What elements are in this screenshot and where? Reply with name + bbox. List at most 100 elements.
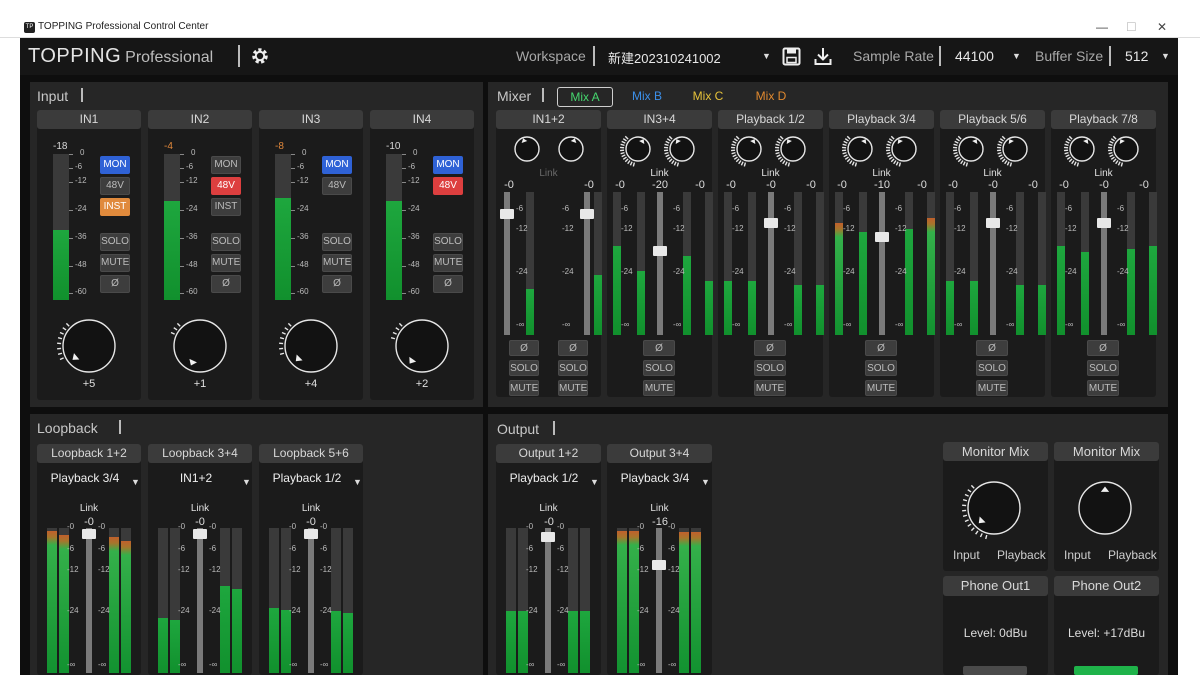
solo-button[interactable]: SOLO [643,360,675,376]
phase-button[interactable]: Ø [754,340,786,356]
workspace-select[interactable]: 新建202310241002 [608,48,721,67]
chevron-down-icon[interactable]: ▼ [353,477,362,487]
solo-button[interactable]: SOLO [558,360,588,376]
monitor-mix-knob[interactable] [961,475,1027,541]
solo-button[interactable]: SOLO [754,360,786,376]
chevron-down-icon[interactable]: ▼ [762,51,771,61]
mon-button[interactable]: MON [322,156,352,174]
solo-button[interactable]: SOLO [211,233,241,251]
mute-button[interactable]: MUTE [211,254,241,272]
link-toggle[interactable]: Link [259,503,363,514]
buffer-size-select[interactable]: 512 [1125,48,1148,64]
pan-knob-left[interactable] [730,130,768,168]
phase-button[interactable]: Ø [211,275,241,293]
fader-handle[interactable] [653,246,667,257]
fader-handle[interactable] [304,529,318,539]
link-toggle[interactable]: Link [940,168,1045,179]
link-toggle[interactable]: Link [148,503,252,514]
fader-handle[interactable] [652,559,666,570]
pan-knob-right[interactable] [552,130,590,168]
phase-button[interactable]: Ø [322,275,352,293]
mon-button[interactable]: MON [211,156,241,174]
pan-knob-left[interactable] [1063,130,1101,168]
minimize-icon[interactable]: — [1096,20,1108,34]
mute-button[interactable]: MUTE [558,380,588,396]
fader-handle[interactable] [1097,217,1111,228]
pan-knob-left[interactable] [619,130,657,168]
phantom-48v-button[interactable]: 48V [433,177,463,195]
link-toggle[interactable]: Link [607,503,712,514]
tab-mix-d[interactable]: Mix D [745,87,797,107]
sample-rate-select[interactable]: 44100 [955,48,994,64]
solo-button[interactable]: SOLO [433,233,463,251]
mute-button[interactable]: MUTE [433,254,463,272]
chevron-down-icon[interactable]: ▼ [590,477,599,487]
gain-knob[interactable] [167,313,233,379]
fader-handle[interactable] [764,217,778,228]
source-select[interactable]: Playback 1/2 [259,471,355,485]
pan-knob-right[interactable] [663,130,701,168]
fader-handle[interactable] [986,217,1000,228]
mute-button[interactable]: MUTE [1087,380,1119,396]
mon-button[interactable]: MON [100,156,130,174]
link-toggle[interactable]: Link [1051,168,1156,179]
mute-button[interactable]: MUTE [322,254,352,272]
tab-mix-a[interactable]: Mix A [557,87,613,107]
pan-knob-right[interactable] [1107,130,1145,168]
phase-button[interactable]: Ø [509,340,539,356]
mute-button[interactable]: MUTE [754,380,786,396]
save-icon[interactable] [782,47,801,66]
tab-mix-b[interactable]: Mix B [621,87,673,107]
fader-handle[interactable] [193,529,207,539]
phone-out-gain-button[interactable] [1074,666,1138,675]
phantom-48v-button[interactable]: 48V [100,177,130,195]
pan-knob-right[interactable] [774,130,812,168]
tab-mix-c[interactable]: Mix C [682,87,734,107]
download-icon[interactable] [813,46,833,66]
gain-knob[interactable] [56,313,122,379]
inst-button[interactable]: INST [211,198,241,216]
source-select[interactable]: Playback 3/4 [607,471,703,485]
link-toggle[interactable]: Link [496,168,601,179]
phantom-48v-button[interactable]: 48V [211,177,241,195]
inst-button[interactable]: INST [100,198,130,216]
gain-knob[interactable] [389,313,455,379]
fader-handle[interactable] [541,532,555,543]
link-toggle[interactable]: Link [607,168,712,179]
phase-button[interactable]: Ø [976,340,1008,356]
link-toggle[interactable]: Link [718,168,823,179]
chevron-down-icon[interactable]: ▼ [242,477,251,487]
phase-button[interactable]: Ø [100,275,130,293]
pan-knob-left[interactable] [841,130,879,168]
link-toggle[interactable]: Link [829,168,934,179]
link-toggle[interactable]: Link [496,503,601,514]
maximize-icon[interactable]: ☐ [1126,20,1137,34]
close-icon[interactable]: ✕ [1157,20,1167,34]
chevron-down-icon[interactable]: ▼ [701,477,710,487]
mute-button[interactable]: MUTE [509,380,539,396]
fader-handle[interactable] [500,209,514,220]
solo-button[interactable]: SOLO [100,233,130,251]
pan-knob-right[interactable] [885,130,923,168]
mute-button[interactable]: MUTE [865,380,897,396]
phase-button[interactable]: Ø [643,340,675,356]
pan-knob-right[interactable] [996,130,1034,168]
phantom-48v-button[interactable]: 48V [322,177,352,195]
mute-button[interactable]: MUTE [976,380,1008,396]
phase-button[interactable]: Ø [433,275,463,293]
gain-knob[interactable] [278,313,344,379]
gear-icon[interactable] [250,46,270,66]
phase-button[interactable]: Ø [1087,340,1119,356]
mute-button[interactable]: MUTE [100,254,130,272]
phase-button[interactable]: Ø [558,340,588,356]
chevron-down-icon[interactable]: ▼ [1161,51,1170,61]
link-toggle[interactable]: Link [37,503,141,514]
solo-button[interactable]: SOLO [1087,360,1119,376]
chevron-down-icon[interactable]: ▼ [1012,51,1021,61]
phase-button[interactable]: Ø [865,340,897,356]
chevron-down-icon[interactable]: ▼ [131,477,140,487]
fader-handle[interactable] [580,209,594,220]
pan-knob-left[interactable] [952,130,990,168]
fader-handle[interactable] [82,529,96,539]
mon-button[interactable]: MON [433,156,463,174]
